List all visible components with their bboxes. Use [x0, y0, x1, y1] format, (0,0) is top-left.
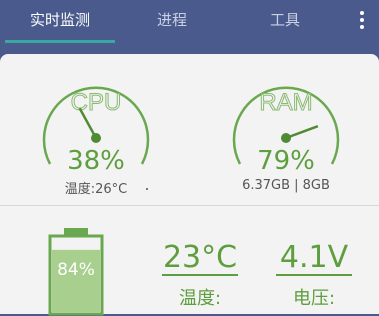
battery-temperature: 23°C	[162, 240, 238, 275]
ram-needle	[281, 124, 319, 143]
tab-indicator	[5, 40, 115, 43]
app-bar: 实时监测 进程 工具	[0, 0, 379, 44]
more-menu-icon[interactable]	[355, 9, 369, 31]
voltage-label: 电压:	[292, 288, 336, 309]
tab-realtime-monitor[interactable]: 实时监测	[5, 9, 115, 31]
ram-percent: 79%	[257, 146, 315, 176]
separator-dot	[146, 188, 148, 190]
cpu-temperature: 温度:26°C	[64, 182, 128, 197]
battery-percent: 84%	[57, 260, 95, 280]
temperature-label: 温度:	[178, 288, 222, 309]
ram-gauge-label: RAM	[259, 89, 312, 116]
ram-usage: 6.37GB | 8GB	[242, 178, 330, 193]
cpu-percent: 38%	[67, 146, 125, 176]
tab-tools[interactable]: 工具	[255, 9, 315, 31]
monitor-panel: CPU 38% 温度:26°C RAM 79% 6.37GB | 8GB 84%…	[0, 54, 379, 316]
voltage-underline	[276, 274, 352, 276]
ram-needle-hub	[281, 133, 291, 143]
cpu-needle-hub	[91, 133, 101, 143]
temperature-underline	[162, 274, 238, 276]
battery-voltage: 4.1V	[279, 240, 349, 275]
tab-processes[interactable]: 进程	[142, 9, 202, 31]
cpu-gauge-label: CPU	[71, 89, 122, 116]
ram-needle-line	[285, 124, 319, 140]
section-divider	[0, 205, 379, 206]
